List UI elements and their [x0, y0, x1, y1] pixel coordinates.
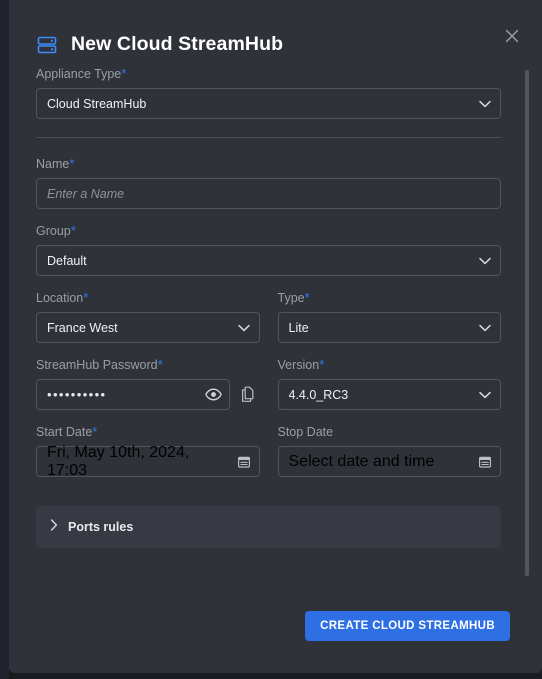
dialog-title-row: New Cloud StreamHub — [36, 33, 283, 56]
name-placeholder: Enter a Name — [47, 186, 125, 201]
chevron-down-icon — [479, 321, 491, 335]
appliance-type-value: Cloud StreamHub — [47, 96, 147, 111]
calendar-icon[interactable] — [477, 454, 493, 470]
field-name: Name* Enter a Name — [36, 156, 501, 209]
stop-date-label: Stop Date — [277, 425, 334, 439]
dialog-scrollbar[interactable] — [525, 70, 529, 593]
close-icon[interactable] — [498, 22, 526, 50]
password-controls: •••••••••• — [36, 379, 260, 410]
copy-icon[interactable] — [238, 384, 258, 406]
password-label: StreamHub Password* — [36, 357, 163, 372]
streamhub-form: Appliance Type* Cloud StreamHub Name* En… — [36, 66, 501, 548]
field-location: Location* France West — [36, 290, 260, 343]
required-marker: * — [304, 290, 310, 305]
group-label: Group* — [36, 223, 76, 238]
dialog-footer: CREATE CLOUD STREAMHUB — [9, 597, 542, 673]
chevron-down-icon — [479, 254, 491, 268]
chevron-down-icon — [479, 97, 491, 111]
ports-rules-label: Ports rules — [68, 520, 134, 534]
chevron-down-icon — [237, 321, 250, 335]
required-marker: * — [157, 357, 163, 372]
password-masked-value: •••••••••• — [47, 387, 107, 402]
field-start-date: Start Date* Fri, May 10th, 2024, 17:03 — [36, 424, 260, 479]
stop-date-placeholder: Select date and time — [288, 452, 435, 470]
password-version-row: StreamHub Password* •••••••••• Version* … — [36, 357, 501, 410]
type-value: Lite — [288, 320, 309, 335]
name-input[interactable]: Enter a Name — [36, 178, 501, 209]
new-cloud-streamhub-dialog: New Cloud StreamHub Appliance Type* Clou… — [9, 0, 542, 673]
backdrop-content-strip — [0, 0, 9, 679]
field-streamhub-password: StreamHub Password* •••••••••• — [36, 357, 260, 410]
create-cloud-streamhub-button[interactable]: CREATE CLOUD STREAMHUB — [305, 611, 510, 641]
calendar-icon[interactable] — [236, 454, 252, 470]
location-label: Location* — [36, 290, 89, 305]
location-select[interactable]: France West — [36, 312, 260, 343]
appliance-type-label: Appliance Type* — [36, 66, 127, 81]
eye-icon[interactable] — [203, 385, 223, 405]
field-version: Version* 4.4.0_RC3 — [277, 357, 501, 410]
server-stack-icon — [36, 34, 58, 56]
version-select[interactable]: 4.4.0_RC3 — [277, 379, 501, 410]
password-input[interactable]: •••••••••• — [36, 379, 230, 410]
type-select[interactable]: Lite — [277, 312, 501, 343]
stop-date-input[interactable]: Select date and time — [277, 446, 501, 477]
page-title: New Cloud StreamHub — [71, 33, 284, 55]
ports-rules-accordion[interactable]: Ports rules — [36, 506, 501, 548]
date-row: Start Date* Fri, May 10th, 2024, 17:03 S… — [36, 424, 501, 479]
required-marker: * — [92, 424, 98, 439]
required-marker: * — [319, 357, 325, 372]
start-date-value: Fri, May 10th, 2024, 17:03 — [47, 443, 190, 479]
field-group: Group* Default — [36, 223, 501, 276]
field-appliance-type: Appliance Type* Cloud StreamHub — [36, 66, 501, 119]
required-marker: * — [69, 156, 75, 171]
required-marker: * — [121, 66, 127, 81]
name-label: Name* — [36, 156, 75, 171]
version-value: 4.4.0_RC3 — [288, 387, 349, 402]
start-date-label: Start Date* — [36, 424, 98, 439]
start-date-input[interactable]: Fri, May 10th, 2024, 17:03 — [36, 443, 260, 479]
location-type-row: Location* France West Type* Lite — [36, 290, 501, 343]
location-value: France West — [47, 320, 118, 335]
version-label: Version* — [277, 357, 325, 372]
group-select[interactable]: Default — [36, 245, 501, 276]
scrollbar-thumb[interactable] — [525, 70, 529, 576]
dialog-body: Appliance Type* Cloud StreamHub Name* En… — [9, 66, 542, 597]
chevron-down-icon — [479, 388, 491, 402]
appliance-type-select[interactable]: Cloud StreamHub — [36, 88, 501, 119]
dialog-header: New Cloud StreamHub — [9, 0, 542, 66]
chevron-right-icon — [50, 518, 58, 536]
required-marker: * — [83, 290, 89, 305]
required-marker: * — [70, 223, 76, 238]
group-value: Default — [47, 253, 87, 268]
type-label: Type* — [277, 290, 310, 305]
field-type: Type* Lite — [277, 290, 501, 343]
field-stop-date: Stop Date Select date and time — [277, 424, 501, 477]
